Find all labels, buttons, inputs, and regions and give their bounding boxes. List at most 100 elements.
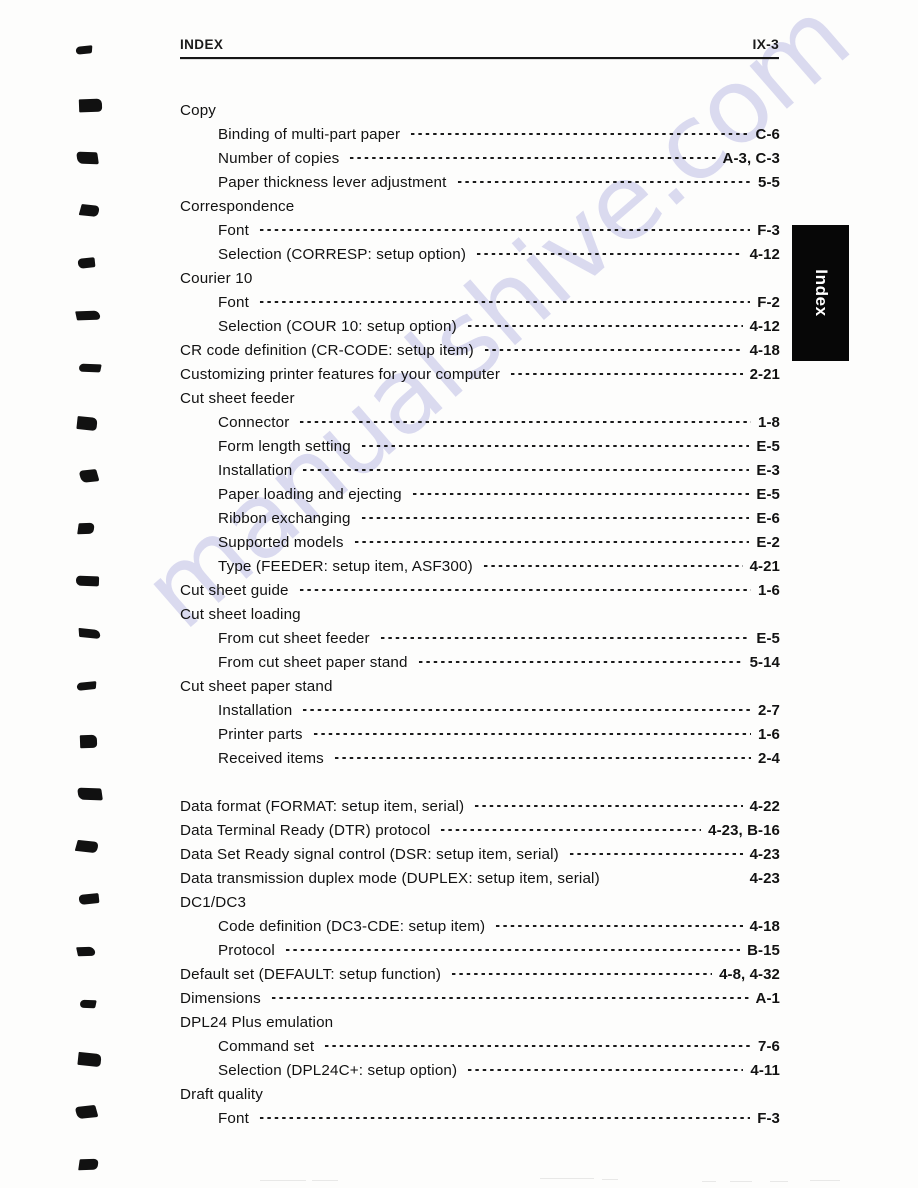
index-entry-label: Data transmission duplex mode (DUPLEX: s… [180, 870, 600, 888]
index-entry-label: From cut sheet paper stand [218, 654, 408, 672]
margin-scan-mark [78, 363, 102, 373]
index-entry: Installation E-3 [180, 460, 780, 484]
scan-noise-line [602, 1179, 618, 1180]
dot-leader [298, 412, 751, 427]
dot-leader [261, 268, 773, 283]
dot-leader [359, 436, 750, 451]
index-entry-page-number: E-2 [756, 534, 780, 552]
dot-leader [609, 868, 743, 883]
index-group-heading: Cut sheet paper stand [180, 676, 780, 700]
dot-leader [303, 196, 773, 211]
index-entry-label: Printer parts [218, 726, 303, 744]
index-entry: Font F-3 [180, 220, 780, 244]
index-entry-page-number: 4-18 [749, 342, 780, 360]
margin-scan-mark [77, 522, 95, 535]
dot-leader [567, 844, 743, 859]
index-entry-page-number: 7-6 [758, 1038, 780, 1056]
index-entry-page-number: E-5 [756, 438, 780, 456]
index-entry-label: Cut sheet loading [180, 606, 301, 624]
index-entry-label: Paper loading and ejecting [218, 486, 402, 504]
dot-leader [283, 940, 741, 955]
index-entry-label: Received items [218, 750, 324, 768]
index-entry: Binding of multi-part paper C-6 [180, 124, 780, 148]
scan-noise-line [810, 1180, 840, 1181]
index-entry: Supported models E-2 [180, 532, 780, 556]
margin-scan-mark [75, 310, 101, 321]
index-entry: Font F-3 [180, 1108, 780, 1132]
page-title: INDEX [180, 37, 224, 52]
margin-scan-mark [76, 681, 97, 691]
index-entry-page-number: 4-18 [749, 918, 780, 936]
margin-scan-mark [78, 892, 100, 906]
dot-leader [455, 172, 752, 187]
margin-scan-mark [78, 1158, 99, 1171]
index-entry-label: Selection (COUR 10: setup option) [218, 318, 457, 336]
dot-leader [258, 1108, 751, 1123]
thumb-tab-label: Index [811, 269, 831, 317]
dot-leader [481, 556, 743, 571]
dot-leader [297, 580, 752, 595]
index-entry-page-number: 2-7 [758, 702, 780, 720]
dot-leader [310, 604, 773, 619]
dot-leader [465, 316, 743, 331]
dot-leader [409, 124, 749, 139]
dot-leader [410, 484, 750, 499]
index-entry-label: Code definition (DC3-CDE: setup item) [218, 918, 486, 936]
index-entry-label: Customizing printer features for your co… [180, 366, 501, 384]
index-entry-label: Binding of multi-part paper [218, 126, 401, 144]
index-entry-page-number: 5-14 [749, 654, 780, 672]
header-rule [180, 57, 779, 59]
index-entry-label: Dimensions [180, 990, 261, 1008]
dot-leader [439, 820, 701, 835]
index-entry: Data Set Ready signal control (DSR: setu… [180, 844, 780, 868]
index-entry-label: Connector [218, 414, 290, 432]
index-entry-label: Font [218, 222, 249, 240]
index-group-heading: Cut sheet loading [180, 604, 780, 628]
index-entry-label: Paper thickness lever adjustment [218, 174, 447, 192]
dot-leader [269, 988, 749, 1003]
margin-scan-mark [77, 257, 96, 269]
index-entry-page-number: 4-22 [749, 798, 780, 816]
index-entry-page-number: 1-6 [758, 726, 780, 744]
index-entry: Font F-2 [180, 292, 780, 316]
dot-leader [342, 676, 773, 691]
dot-leader [509, 364, 743, 379]
index-entry-label: Command set [218, 1038, 315, 1056]
index-entry-page-number: F-3 [757, 222, 780, 240]
index-entry: Customizing printer features for your co… [180, 364, 780, 388]
dot-leader [494, 916, 743, 931]
index-entry-label: Copy [180, 102, 217, 120]
index-entry-label: Data Set Ready signal control (DSR: setu… [180, 846, 559, 864]
index-entry: Installation 2-7 [180, 700, 780, 724]
margin-scan-mark [76, 415, 98, 432]
index-entry: Code definition (DC3-CDE: setup item) 4-1… [180, 916, 780, 940]
index-entry-label: Selection (CORRESP: setup option) [218, 246, 467, 264]
index-entry-label: Installation [218, 702, 293, 720]
dot-leader [416, 652, 743, 667]
index-entry-label: Supported models [218, 534, 344, 552]
index-entry-label: From cut sheet feeder [218, 630, 370, 648]
dot-leader [272, 1084, 773, 1099]
index-entry-page-number: 1-8 [758, 414, 780, 432]
index-entry: Selection (DPL24C+: setup option) 4-11 [180, 1060, 780, 1084]
dot-leader [378, 628, 750, 643]
dot-leader [225, 100, 773, 115]
scan-noise-line [702, 1181, 716, 1182]
dot-leader [332, 748, 752, 763]
index-entry: Data format (FORMAT: setup item, serial)… [180, 796, 780, 820]
index-entry-label: Form length setting [218, 438, 351, 456]
index-entry-label: Courier 10 [180, 270, 253, 288]
index-entry-page-number: E-6 [756, 510, 780, 528]
margin-scan-mark [77, 1051, 102, 1068]
index-entry-page-number: E-5 [756, 486, 780, 504]
index-group-heading: DPL24 Plus emulation [180, 1012, 780, 1036]
index-entry-page-number: 4-12 [749, 318, 780, 336]
index-entry: From cut sheet paper stand 5-14 [180, 652, 780, 676]
index-entry: Default set (DEFAULT: setup function) 4-8… [180, 964, 780, 988]
margin-scan-mark [74, 1104, 99, 1120]
index-entry: Printer parts 1-6 [180, 724, 780, 748]
scan-noise-line [730, 1181, 752, 1182]
index-entry-label: Data format (FORMAT: setup item, serial) [180, 798, 465, 816]
margin-scan-mark [76, 946, 96, 957]
margin-scan-mark [75, 575, 100, 587]
